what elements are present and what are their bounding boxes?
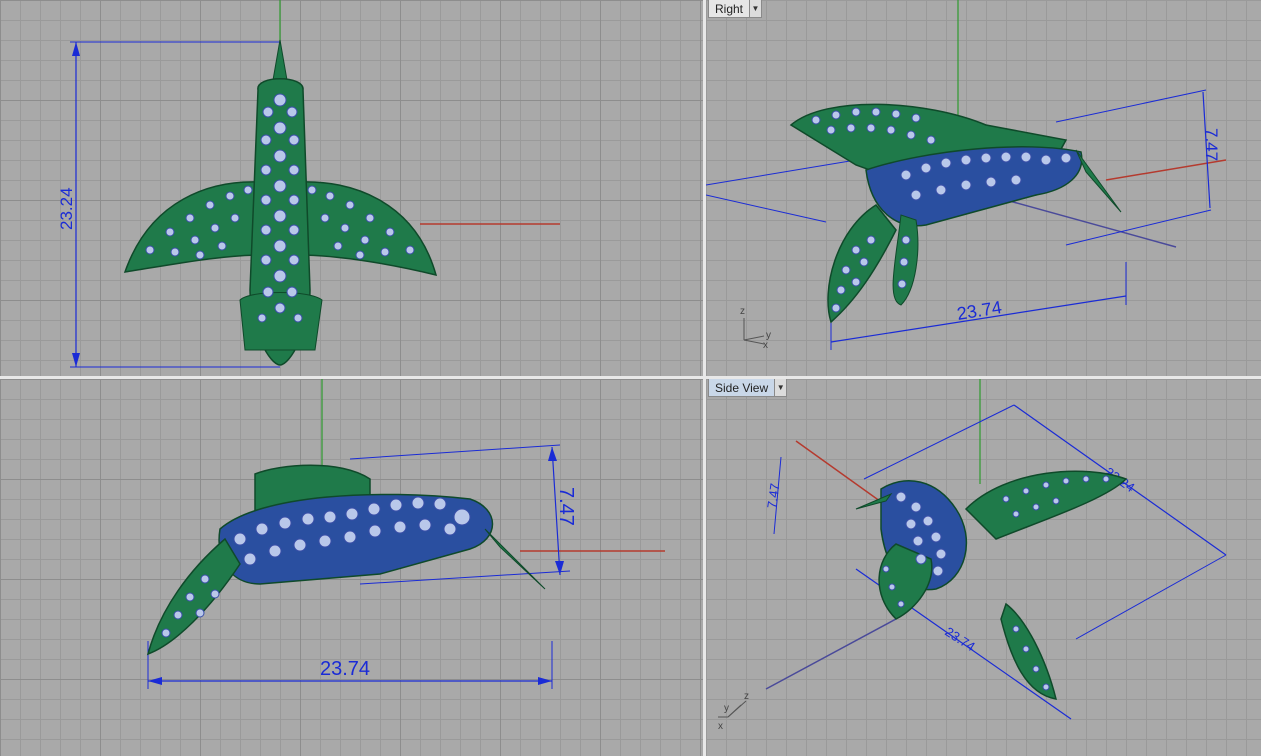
dimension-arrow [72, 353, 80, 367]
viewport-top[interactable]: 23.24 [0, 0, 703, 376]
chevron-down-icon[interactable]: ▼ [749, 0, 762, 17]
front-view-canvas: 7.47 23.74 [146, 379, 665, 689]
viewport-tab-label[interactable]: Right [709, 0, 749, 17]
right-view-canvas: 7.47 23.74 z y x [706, 0, 1227, 351]
axis-label-x: x [718, 721, 723, 732]
viewport-splitter-horizontal[interactable] [0, 376, 1261, 379]
side-view-canvas: 23.24 7.47 23.74 [718, 379, 1227, 732]
dimension-label-height: 7.47 [555, 487, 577, 526]
x-axis-line [795, 440, 892, 510]
dimension-label-length: 23.74 [955, 297, 1003, 324]
axis-label-y: y [724, 703, 729, 714]
axis-indicator: z y x [740, 306, 771, 351]
y-axis-line [1005, 199, 1177, 248]
viewport-tab-right[interactable]: Right ▼ [708, 0, 763, 18]
dimension-label-height: 7.47 [764, 482, 782, 509]
viewport-side-view[interactable]: 23.24 7.47 23.74 [706, 379, 1261, 756]
dimension-arrow [72, 42, 80, 56]
axis-label-z: z [740, 306, 745, 317]
dimension-label-length: 23.74 [942, 624, 977, 654]
hummingbird-model[interactable] [123, 39, 438, 366]
hummingbird-model[interactable] [855, 470, 1128, 700]
viewport-right[interactable]: 7.47 23.74 z y x Right ▼ [706, 0, 1261, 376]
axis-label-x: x [763, 340, 768, 351]
chevron-down-icon[interactable]: ▼ [774, 379, 787, 396]
axis-indicator: z y x [718, 691, 749, 732]
hummingbird-model[interactable] [789, 103, 1122, 324]
top-view-canvas: 23.24 [57, 0, 560, 368]
dimension-label-vertical: 23.24 [57, 187, 76, 230]
viewport-tab-label[interactable]: Side View [709, 379, 775, 396]
dimension-label-height: 7.47 [1202, 128, 1221, 161]
axis-label-z: z [744, 691, 749, 702]
dimension-label-length: 23.74 [320, 658, 370, 680]
viewport-front[interactable]: 7.47 23.74 [0, 379, 703, 756]
viewport-tab-side-view[interactable]: Side View ▼ [708, 379, 788, 397]
hummingbird-model[interactable] [146, 464, 546, 656]
y-axis-line [765, 618, 897, 690]
